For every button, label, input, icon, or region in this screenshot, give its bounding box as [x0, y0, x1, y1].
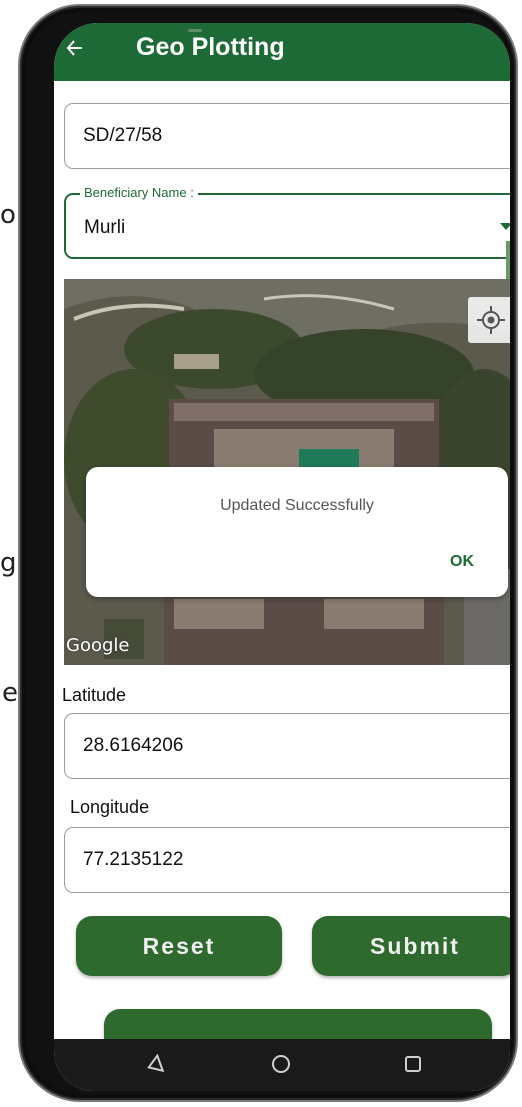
- latitude-value: 28.6164206: [83, 735, 184, 756]
- side-text-fragment-2: g: [0, 548, 17, 578]
- longitude-label: Longitude: [70, 797, 150, 817]
- longitude-value: 77.2135122: [83, 849, 184, 870]
- phone-frame: Geo Plotting SD/27/58 Beneficiary Name :…: [18, 4, 518, 1102]
- code-value: SD/27/58: [83, 125, 163, 146]
- longitude-field[interactable]: 77.2135122: [64, 827, 510, 893]
- submit-button[interactable]: Submit: [312, 916, 510, 976]
- reset-button[interactable]: Reset: [76, 916, 282, 976]
- dropdown-caret-icon: [500, 223, 510, 230]
- app-bar: Geo Plotting: [54, 23, 510, 81]
- success-dialog: Updated Successfully OK: [86, 467, 508, 597]
- triangle-back-icon[interactable]: [142, 1051, 168, 1077]
- dialog-message: Updated Successfully: [220, 497, 374, 514]
- back-arrow-icon[interactable]: [60, 33, 90, 63]
- code-field[interactable]: SD/27/58: [64, 103, 510, 169]
- app-screen: Geo Plotting SD/27/58 Beneficiary Name :…: [54, 23, 510, 1091]
- beneficiary-value: Murli: [84, 217, 126, 238]
- system-nav-bar: [54, 1039, 510, 1091]
- google-attribution: Google: [66, 635, 130, 656]
- ok-button[interactable]: OK: [450, 553, 474, 571]
- beneficiary-label: Beneficiary Name :: [80, 185, 198, 200]
- my-location-icon[interactable]: [468, 297, 510, 343]
- latitude-label: Latitude: [62, 685, 127, 705]
- side-text-fragment-3: e: [2, 678, 18, 708]
- beneficiary-dropdown[interactable]: Beneficiary Name : Murli: [64, 185, 510, 259]
- page-title: Geo Plotting: [136, 33, 285, 61]
- latitude-field[interactable]: 28.6164206: [64, 713, 510, 779]
- square-recents-icon[interactable]: [400, 1051, 426, 1077]
- circle-home-icon[interactable]: [268, 1051, 294, 1077]
- scroll-indicator: [506, 241, 510, 279]
- notch-mark: [188, 29, 202, 32]
